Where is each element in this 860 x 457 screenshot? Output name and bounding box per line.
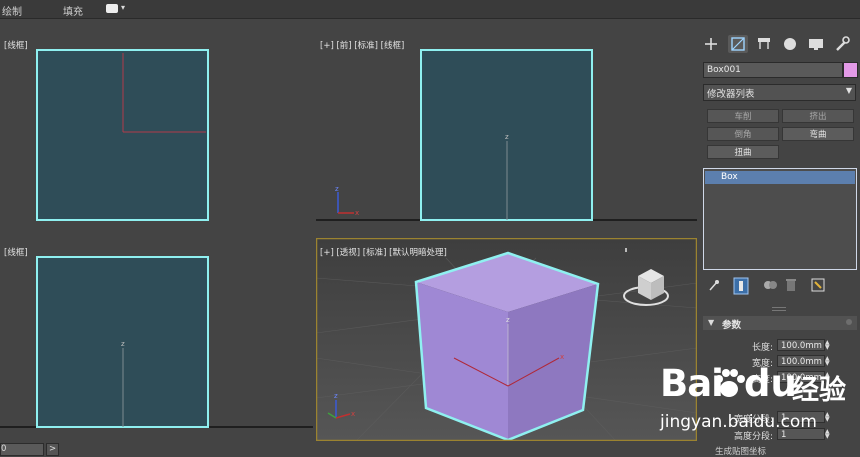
command-panel-tabs [697, 31, 860, 57]
rollout-dot-icon [846, 319, 852, 325]
baidu-watermark: Bai du 经验 jingyan.baidu.com [660, 362, 860, 455]
lathe-button[interactable]: 车削 [707, 109, 779, 123]
viewport-front-label[interactable]: [+] [前] [标准] [线框] [320, 39, 404, 51]
chevron-down-icon[interactable]: ▾ [121, 3, 125, 12]
display-icon[interactable] [806, 35, 826, 53]
parameters-rollout-header[interactable]: ▼ 参数 [703, 316, 857, 331]
configure-sets-icon[interactable] [811, 278, 825, 292]
motion-icon[interactable] [780, 35, 800, 53]
length-spinner[interactable]: ▲ ▼ [825, 340, 831, 351]
bend-button[interactable]: 弯曲 [782, 127, 854, 141]
modifier-list-label: 修改器列表 [707, 89, 755, 100]
viewport-left-label[interactable]: [线框] [4, 246, 28, 258]
menu-draw[interactable]: 绘制 [2, 3, 22, 18]
extrude-button[interactable]: 挤出 [782, 109, 854, 123]
object-name-field[interactable] [703, 62, 843, 78]
svg-text:z: z [335, 185, 339, 193]
stack-item-box[interactable]: Box [705, 171, 855, 184]
watermark-jingyan: 经验 [792, 375, 846, 406]
stack-toolbar [697, 277, 860, 295]
next-frame-button[interactable]: > [46, 443, 59, 456]
viewport-perspective-label[interactable]: [+] [透视] [标准] [默认明暗处理] [320, 246, 447, 258]
collapse-triangle-icon: ▼ [708, 318, 715, 327]
svg-text:x: x [351, 410, 355, 418]
length-label: 长度: [751, 343, 773, 353]
modifier-stack[interactable]: Box [703, 168, 857, 270]
viewport-top-label[interactable]: [线框] [4, 39, 28, 51]
viewport-perspective-canvas: z x z x [316, 238, 697, 441]
watermark-du: du [744, 362, 797, 405]
top-toolbar: 绘制 填充 ▾ [0, 0, 860, 19]
dropdown-icon[interactable] [106, 4, 118, 13]
length-field[interactable]: 100.0mm [777, 339, 825, 351]
modifier-list-dropdown[interactable]: 修改器列表 ▼ [703, 84, 856, 101]
viewport-front[interactable]: z z x [+] [前] [标准] [线框] [316, 31, 697, 236]
hierarchy-icon[interactable] [754, 35, 774, 53]
object-color-swatch[interactable] [843, 62, 858, 78]
twist-button[interactable]: 扭曲 [707, 145, 779, 159]
time-slider-frame[interactable]: 0 [0, 443, 44, 456]
show-end-result-icon[interactable] [733, 277, 749, 295]
parameters-rollout-title: 参数 [722, 320, 742, 331]
rollout-grip[interactable] [772, 307, 786, 311]
timeline-bar: 0 > [0, 441, 697, 456]
viewport-front-canvas: z z x [316, 31, 697, 236]
modify-icon[interactable] [728, 35, 748, 53]
viewport-left[interactable]: z [线框] [0, 238, 313, 441]
remove-modifier-icon[interactable] [784, 278, 798, 292]
pin-stack-icon[interactable] [707, 278, 721, 292]
watermark-url: jingyan.baidu.com [660, 412, 817, 432]
svg-text:x: x [355, 209, 359, 217]
make-unique-icon[interactable] [763, 278, 777, 292]
viewport-left-canvas: z [0, 238, 313, 441]
menu-fill[interactable]: 填充 [63, 3, 83, 18]
viewport-perspective[interactable]: z x z x [+] [透视] [标准] [默认明暗处理] [316, 238, 697, 441]
svg-text:z: z [506, 316, 510, 324]
create-icon[interactable] [701, 35, 721, 53]
viewport-top-canvas [0, 31, 313, 236]
chamfer-button[interactable]: 倒角 [707, 127, 779, 141]
svg-text:x: x [560, 353, 564, 361]
svg-text:z: z [505, 133, 509, 141]
chevron-down-icon: ▼ [845, 86, 852, 95]
viewport-top[interactable]: [线框] [0, 31, 313, 236]
svg-text:z: z [121, 340, 125, 348]
utilities-icon[interactable] [832, 35, 852, 53]
baidu-paw-icon [715, 369, 745, 397]
svg-text:z: z [334, 392, 338, 400]
